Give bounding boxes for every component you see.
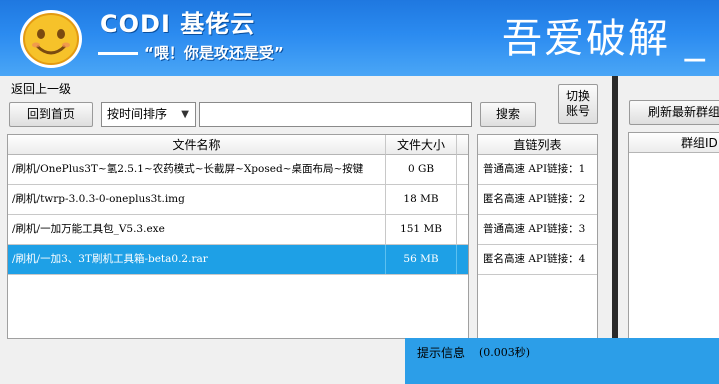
file-name: /刷机/一加3、3T刷机工具箱-beta0.2.rar [8,245,386,274]
column-header-name[interactable]: 文件名称 [8,135,386,155]
table-row-selected[interactable]: /刷机/一加3、3T刷机工具箱-beta0.2.rar 56 MB [8,245,468,275]
direct-link-item[interactable]: 普通高速 API链接：1 [478,155,597,185]
direct-link-label: 普通高速 API链接：1 [483,163,586,175]
table-row[interactable]: /刷机/OnePlus3T~氢2.5.1~农药模式~长截屏~Xposed~桌面布… [8,155,468,185]
direct-link-item[interactable]: 匿名高速 API链接：4 [478,245,597,275]
direct-link-item[interactable]: 普通高速 API链接：3 [478,215,597,245]
file-name: /刷机/twrp-3.0.3-0-oneplus3t.img [8,185,386,214]
status-label: 提示信息 [417,346,466,360]
file-table: 文件名称 文件大小 /刷机/OnePlus3T~氢2.5.1~农药模式~长截屏~… [7,134,469,339]
home-button[interactable]: 回到首页 [9,102,93,127]
direct-link-label: 普通高速 API链接：3 [483,223,586,235]
status-time: (0.003秒) [479,346,531,359]
file-name: /刷机/OnePlus3T~氢2.5.1~农药模式~长截屏~Xposed~桌面布… [8,155,386,184]
back-link[interactable]: 返回上一级 [11,80,71,97]
group-table: 群组ID [628,132,719,342]
search-button[interactable]: 搜索 [480,102,536,127]
file-size: 0 GB [386,155,457,184]
site-title: 吾爱破解 _ [502,16,707,62]
file-size: 18 MB [386,185,457,214]
direct-link-label: 匿名高速 API链接：4 [483,253,586,265]
search-input[interactable] [199,102,472,127]
column-header-group-id[interactable]: 群组ID [629,133,719,153]
smiley-logo-icon [20,10,82,68]
sort-select[interactable]: 按时间排序 ▼ [101,102,196,127]
table-row[interactable]: /刷机/twrp-3.0.3-0-oneplus3t.img 18 MB [8,185,468,215]
slogan-dash [98,52,138,55]
slogan-text: “喂！你是攻还是受” [144,44,284,62]
switch-account-button[interactable]: 切换 账号 [558,84,598,124]
table-row[interactable]: /刷机/一加万能工具包_V5.3.exe 151 MB [8,215,468,245]
switch-account-label-line2: 账号 [565,104,590,118]
file-name: /刷机/一加万能工具包_V5.3.exe [8,215,386,244]
chevron-down-icon: ▼ [181,109,189,120]
direct-link-item[interactable]: 匿名高速 API链接：2 [478,185,597,215]
direct-link-header: 直链列表 [478,135,597,155]
switch-account-label-line1: 切换 [565,89,590,103]
column-header-spacer [457,135,468,155]
file-size: 56 MB [386,245,457,274]
brand-name: CODI 基佬云 [100,10,256,38]
slogan: “喂！你是攻还是受” [98,42,284,63]
direct-link-label: 匿名高速 API链接：2 [483,193,586,205]
app-banner: CODI 基佬云 “喂！你是攻还是受” 吾爱破解 _ [0,0,719,76]
file-size: 151 MB [386,215,457,244]
column-header-size[interactable]: 文件大小 [386,135,457,155]
status-bar: 提示信息 (0.003秒) [405,338,719,384]
sort-select-value: 按时间排序 [107,107,168,121]
refresh-groups-button[interactable]: 刷新最新群组 [629,100,719,125]
direct-link-list: 直链列表 普通高速 API链接：1 匿名高速 API链接：2 普通高速 API链… [477,134,598,339]
